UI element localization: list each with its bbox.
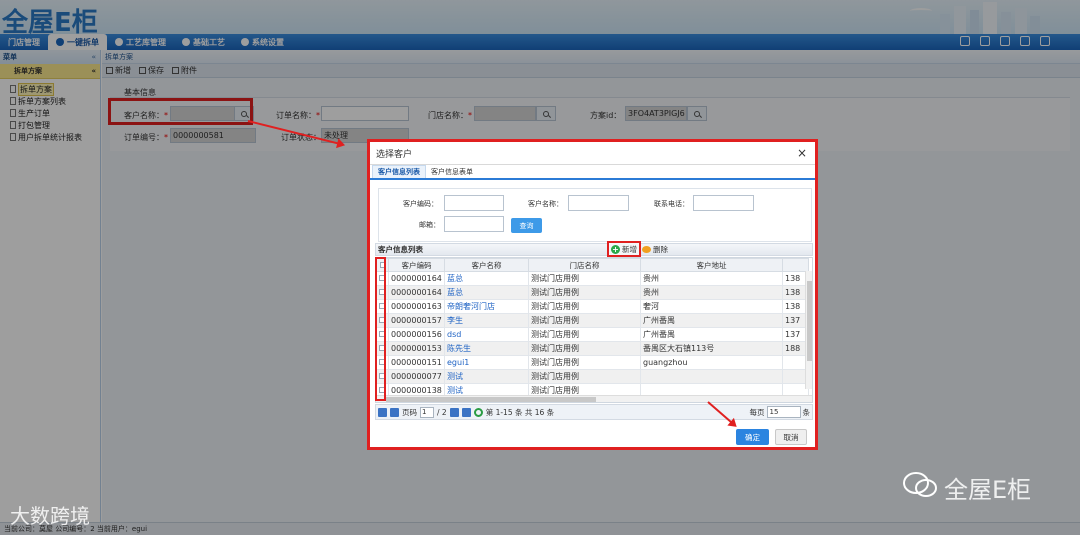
refresh-icon[interactable] bbox=[473, 407, 483, 417]
watermark-right: 全屋E柜 bbox=[944, 476, 1032, 504]
list-title: 客户信息列表 bbox=[375, 243, 813, 256]
confirm-button[interactable]: 确定 bbox=[736, 429, 769, 445]
store-name-cell: 测试门店用例 bbox=[528, 355, 641, 370]
next-page-icon[interactable] bbox=[449, 407, 459, 417]
customer-code-cell: 0000000077 bbox=[388, 369, 445, 384]
table-body: 0000000164 蓝总 测试门店用例 贵州 138 0000000164 蓝总 测试门店用… bbox=[376, 271, 809, 398]
customer-name-cell[interactable]: dsd bbox=[444, 327, 529, 342]
watermark-left: 大数跨境 bbox=[10, 504, 90, 528]
customer-code-cell: 0000000153 bbox=[388, 341, 445, 356]
table-row[interactable]: 0000000153 陈先生 测试门店用例 番禺区大石镇113号 188 bbox=[376, 341, 809, 356]
horizontal-scrollbar[interactable] bbox=[376, 395, 812, 402]
code-label: 客户编码： bbox=[403, 200, 438, 208]
store-name-cell: 测试门店用例 bbox=[528, 271, 641, 286]
address-cell: 广州番禺 bbox=[640, 313, 783, 328]
total-pages: / 2 bbox=[437, 407, 447, 417]
customer-name-cell[interactable]: egui1 bbox=[444, 355, 529, 370]
cancel-button[interactable]: 取消 bbox=[775, 429, 807, 445]
vertical-scrollbar[interactable] bbox=[805, 271, 812, 389]
delete-icon bbox=[642, 246, 651, 253]
customer-name-cell[interactable]: 蓝总 bbox=[444, 271, 529, 286]
customer-name-cell[interactable]: 李生 bbox=[444, 313, 529, 328]
store-name-cell: 测试门店用例 bbox=[528, 341, 641, 356]
customer-name-cell[interactable]: 陈先生 bbox=[444, 341, 529, 356]
customer-code-cell: 0000000164 bbox=[388, 271, 445, 286]
address-cell: 贵州 bbox=[640, 271, 783, 286]
address-cell: 奢河 bbox=[640, 299, 783, 314]
search-panel: 客户编码： 客户名称： 联系电话： 邮箱： 查询 bbox=[378, 188, 812, 242]
per-page-group: 每页 15 条 bbox=[749, 406, 811, 418]
customer-code-cell: 0000000163 bbox=[388, 299, 445, 314]
phone-input[interactable] bbox=[693, 195, 754, 211]
address-cell: 贵州 bbox=[640, 285, 783, 300]
table-row[interactable]: 0000000163 帝朗奢河门店 测试门店用例 奢河 138 bbox=[376, 299, 809, 314]
per-page-unit: 条 bbox=[802, 407, 811, 417]
customer-grid: 客户编码 客户名称 门店名称 客户地址 0000000164 蓝总 测试门店用例 贵州… bbox=[375, 257, 813, 403]
per-page-label: 每页 bbox=[749, 407, 765, 417]
customer-table: 客户编码 客户名称 门店名称 客户地址 0000000164 蓝总 测试门店用例 贵州… bbox=[376, 258, 809, 398]
plus-icon: + bbox=[611, 244, 620, 254]
table-row[interactable]: 0000000156 dsd 测试门店用例 广州番禺 137 bbox=[376, 327, 809, 342]
dialog-title: 选择客户 bbox=[376, 149, 413, 160]
column-header[interactable]: 门店名称 bbox=[528, 258, 641, 272]
column-header[interactable]: 客户名称 bbox=[444, 258, 529, 272]
last-page-icon[interactable] bbox=[461, 407, 471, 417]
table-row[interactable]: 0000000151 egui1 测试门店用例 guangzhou bbox=[376, 355, 809, 370]
customer-code-cell: 0000000156 bbox=[388, 327, 445, 342]
wechat-icon bbox=[903, 472, 937, 497]
page-input[interactable]: 1 bbox=[420, 406, 434, 418]
highlight-checkbox-column bbox=[375, 257, 386, 401]
pager: 页码 1 / 2 第 1-15 条 共 16 条 每页 15 条 bbox=[375, 404, 813, 420]
customer-code-input[interactable] bbox=[444, 195, 504, 211]
query-button[interactable]: 查询 bbox=[511, 218, 542, 233]
store-name-cell: 测试门店用例 bbox=[528, 285, 641, 300]
name-label: 客户名称： bbox=[528, 200, 563, 208]
dialog-title-bar: 选择客户 × bbox=[370, 142, 815, 165]
email-label: 邮箱： bbox=[419, 221, 440, 229]
table-row[interactable]: 0000000077 测试 测试门店用例 bbox=[376, 369, 809, 384]
email-input[interactable] bbox=[444, 216, 504, 232]
customer-code-cell: 0000000164 bbox=[388, 285, 445, 300]
phone-label: 联系电话： bbox=[654, 200, 689, 208]
address-cell: guangzhou bbox=[640, 355, 783, 370]
tab-customer-list[interactable]: 客户信息列表 bbox=[372, 165, 426, 178]
store-name-cell: 测试门店用例 bbox=[528, 369, 641, 384]
customer-name-cell[interactable]: 帝朗奢河门店 bbox=[444, 299, 529, 314]
table-row[interactable]: 0000000157 李生 测试门店用例 广州番禺 137 bbox=[376, 313, 809, 328]
close-icon[interactable]: × bbox=[797, 146, 815, 160]
customer-code-cell: 0000000157 bbox=[388, 313, 445, 328]
delete-customer-button[interactable]: 删除 bbox=[642, 243, 668, 256]
customer-name-cell[interactable]: 蓝总 bbox=[444, 285, 529, 300]
prev-page-icon[interactable] bbox=[390, 407, 399, 417]
table-row[interactable]: 0000000164 蓝总 测试门店用例 贵州 138 bbox=[376, 285, 809, 300]
store-name-cell: 测试门店用例 bbox=[528, 327, 641, 342]
column-header[interactable]: 客户编码 bbox=[388, 258, 445, 272]
column-header[interactable]: 客户地址 bbox=[640, 258, 783, 272]
customer-name-input[interactable] bbox=[568, 195, 629, 211]
address-cell bbox=[640, 369, 783, 384]
address-cell: 广州番禺 bbox=[640, 327, 783, 342]
tab-customer-form[interactable]: 客户信息表单 bbox=[426, 165, 478, 178]
store-name-cell: 测试门店用例 bbox=[528, 299, 641, 314]
select-customer-dialog: 选择客户 × 客户信息列表 客户信息表单 客户编码： 客户名称： 联系电话： 邮… bbox=[367, 139, 818, 450]
page-label: 页码 bbox=[402, 407, 417, 417]
table-row[interactable]: 0000000164 蓝总 测试门店用例 贵州 138 bbox=[376, 271, 809, 286]
address-cell: 番禺区大石镇113号 bbox=[640, 341, 783, 356]
customer-code-cell: 0000000151 bbox=[388, 355, 445, 370]
dialog-tabs: 客户信息列表 客户信息表单 bbox=[370, 165, 815, 180]
per-page-select[interactable]: 15 bbox=[766, 406, 801, 418]
column-header[interactable] bbox=[782, 258, 809, 272]
first-page-icon[interactable] bbox=[378, 407, 387, 417]
store-name-cell: 测试门店用例 bbox=[528, 313, 641, 328]
add-customer-button[interactable]: + 新增 bbox=[607, 241, 641, 257]
customer-name-cell[interactable]: 测试 bbox=[444, 369, 529, 384]
table-header-row: 客户编码 客户名称 门店名称 客户地址 bbox=[376, 258, 809, 272]
page-range: 第 1-15 条 共 16 条 bbox=[485, 407, 555, 417]
